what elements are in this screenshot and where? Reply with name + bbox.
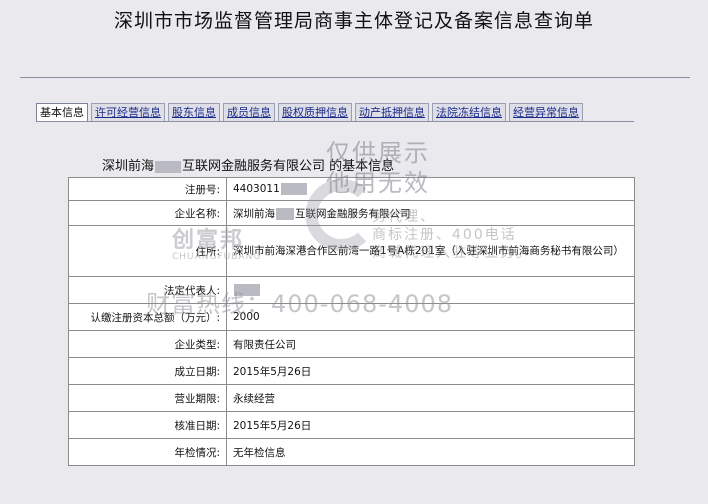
tab-abnormal-operation-info[interactable]: 经营异常信息 [509, 103, 583, 121]
heading-prefix: 深圳前海 [102, 159, 155, 174]
company-name-suffix: 互联网金融服务有限公司 [295, 207, 411, 220]
tab-basic-info[interactable]: 基本信息 [36, 103, 88, 121]
table-row: 成立日期: 2015年5月26日 [68, 357, 635, 385]
row-value [226, 276, 635, 304]
row-value: 2000 [226, 303, 635, 331]
address-value: 深圳市前海深港合作区前湾一路1号A栋201室（入驻深圳市前海商务秘书有限公司） [226, 225, 635, 277]
row-value: 无年检信息 [226, 438, 635, 466]
basic-info-table: 注册号: 4403011 企业名称: 深圳前海 互联网金融服务有限公司 住所: 深… [68, 177, 635, 466]
row-label: 企业类型: [68, 330, 227, 358]
row-label: 法定代表人: [68, 276, 227, 304]
row-label: 成立日期: [68, 357, 227, 385]
row-value: 有限责任公司 [226, 330, 635, 358]
table-row: 年检情况: 无年检信息 [68, 438, 635, 466]
table-row: 法定代表人: [68, 276, 635, 304]
tab-license-info[interactable]: 许可经营信息 [91, 103, 165, 121]
table-row: 注册号: 4403011 [68, 177, 635, 201]
row-label: 认缴注册资本总额（万元）: [68, 303, 227, 331]
redacted-block [280, 183, 307, 195]
table-row: 认缴注册资本总额（万元）: 2000 [68, 303, 635, 331]
redacted-block [276, 207, 294, 220]
redacted-block [234, 284, 260, 296]
row-value: 2015年5月26日 [226, 357, 635, 385]
tab-equity-pledge-info[interactable]: 股权质押信息 [278, 103, 352, 121]
page-title: 深圳市市场监督管理局商事主体登记及备案信息查询单 [113, 10, 594, 32]
row-label: 住所: [68, 225, 227, 277]
row-label: 注册号: [68, 177, 227, 201]
tab-bar: 基本信息 许可经营信息 股东信息 成员信息 股权质押信息 动产抵押信息 法院冻结… [36, 103, 583, 121]
section-heading: 深圳前海 互联网金融服务有限公司 的基本信息 [102, 155, 394, 174]
tab-underline [36, 121, 634, 122]
row-value: 2015年5月26日 [226, 411, 635, 439]
row-label: 企业名称: [68, 200, 227, 226]
table-row: 核准日期: 2015年5月26日 [68, 411, 635, 439]
tab-court-freeze-info[interactable]: 法院冻结信息 [432, 103, 506, 121]
table-row: 营业期限: 永续经营 [68, 384, 635, 412]
table-row: 住所: 深圳市前海深港合作区前湾一路1号A栋201室（入驻深圳市前海商务秘书有限… [68, 225, 635, 277]
row-value: 深圳前海 互联网金融服务有限公司 [226, 200, 635, 226]
company-name-prefix: 深圳前海 [233, 207, 275, 220]
tab-shareholder-info[interactable]: 股东信息 [168, 103, 220, 121]
tab-member-info[interactable]: 成员信息 [223, 103, 275, 121]
redacted-block [155, 160, 182, 173]
registration-number: 4403011 [233, 183, 280, 195]
title-divider [20, 77, 690, 78]
row-label: 营业期限: [68, 384, 227, 412]
row-label: 核准日期: [68, 411, 227, 439]
heading-suffix: 互联网金融服务有限公司 的基本信息 [182, 159, 395, 174]
table-row: 企业类型: 有限责任公司 [68, 330, 635, 358]
tab-chattel-mortgage-info[interactable]: 动产抵押信息 [355, 103, 429, 121]
table-row: 企业名称: 深圳前海 互联网金融服务有限公司 [68, 200, 635, 226]
row-value: 4403011 [226, 177, 635, 201]
row-label: 年检情况: [68, 438, 227, 466]
row-value: 永续经营 [226, 384, 635, 412]
